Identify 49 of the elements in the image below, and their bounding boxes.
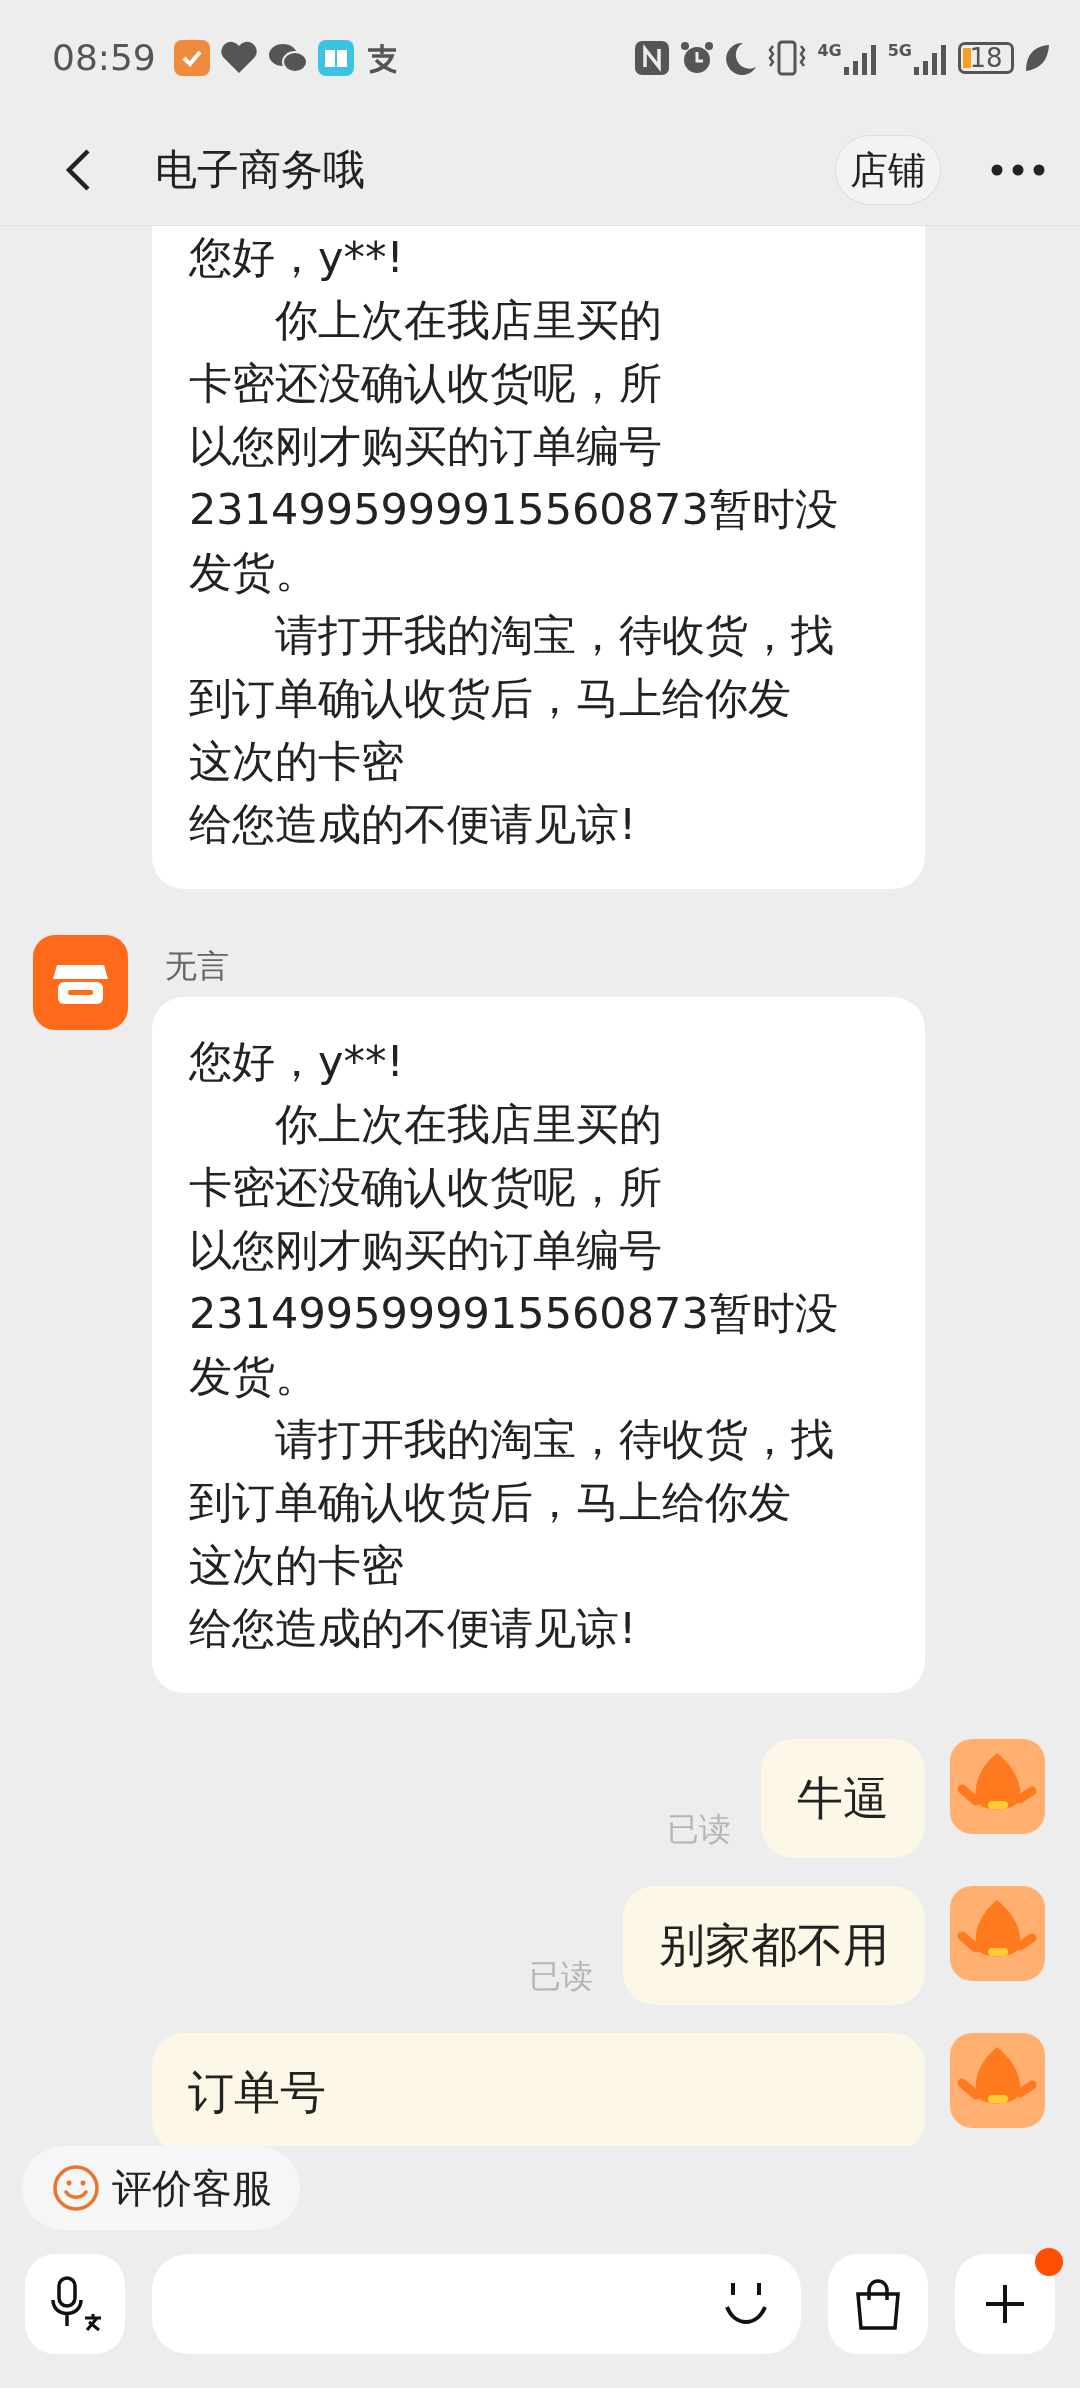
more-icon[interactable] (991, 164, 1045, 176)
message-text: 到订单确认收货后，马上给你发 (189, 1476, 792, 1529)
message-text: 发货。 (189, 546, 319, 599)
read-status: 已读 (667, 1809, 731, 1850)
alarm-icon (679, 39, 716, 76)
heart-icon (219, 40, 258, 75)
voice-input-button[interactable] (25, 2254, 125, 2354)
back-icon[interactable] (65, 148, 91, 192)
more-actions-button[interactable] (955, 2254, 1055, 2354)
message-text: 给您造成的不便请见谅! (189, 1602, 638, 1655)
message-text: 你上次在我店里买的 (274, 294, 663, 347)
message-text: 别家都不用 (659, 1917, 889, 1974)
leaf-icon (1024, 42, 1050, 73)
message-text: 卡密还没确认收货呢，所 (189, 1161, 663, 1214)
sender-name: 无言 (165, 946, 229, 987)
status-time: 08:59 (52, 37, 156, 78)
message-text: 以您刚才购买的订单编号 (189, 1224, 663, 1277)
app-notification-icon (173, 39, 210, 76)
chat-title: 电子商务哦 (155, 144, 366, 196)
shop-button[interactable]: 店铺 (835, 135, 941, 205)
message-text: 请打开我的淘宝，待收货，找 (274, 609, 835, 662)
message-text: 你上次在我店里买的 (274, 1098, 663, 1151)
rate-service-button[interactable]: 评价客服 (22, 2146, 300, 2230)
message-text: 给您造成的不便请见谅! (189, 798, 638, 851)
message-text: 请打开我的淘宝，待收货，找 (274, 1413, 835, 1466)
message-text: 订单号 (188, 2064, 327, 2121)
moon-icon (725, 40, 758, 75)
shopping-bag-button[interactable] (828, 2254, 928, 2354)
message-text: 到订单确认收货后，马上给你发 (189, 672, 792, 725)
message-text: 发货。 (189, 1350, 319, 1403)
network-type: 5G (887, 40, 912, 60)
read-status: 已读 (529, 1956, 593, 1997)
message-text: 2314995999915560873暂时没 (189, 1287, 839, 1340)
book-icon (317, 39, 354, 76)
message-input[interactable] (152, 2254, 801, 2354)
message-text: 您好，y**! (189, 1035, 405, 1088)
nfc-icon (635, 40, 670, 75)
message-text: 这次的卡密 (189, 1539, 405, 1592)
vibrate-icon (767, 39, 808, 76)
smiley-icon (52, 2164, 100, 2212)
message-text: 您好，y**! (189, 231, 405, 284)
battery-indicator: 18 (958, 41, 1014, 74)
shop-avatar[interactable] (33, 935, 128, 1030)
message-text: 牛逼 (797, 1770, 889, 1827)
message-text: 2314995999915560873暂时没 (189, 483, 839, 536)
message-text: 卡密还没确认收货呢，所 (189, 357, 663, 410)
message-text: 这次的卡密 (189, 735, 405, 788)
message-text: 以您刚才购买的订单编号 (189, 420, 663, 473)
network-type: 4G (817, 40, 842, 60)
